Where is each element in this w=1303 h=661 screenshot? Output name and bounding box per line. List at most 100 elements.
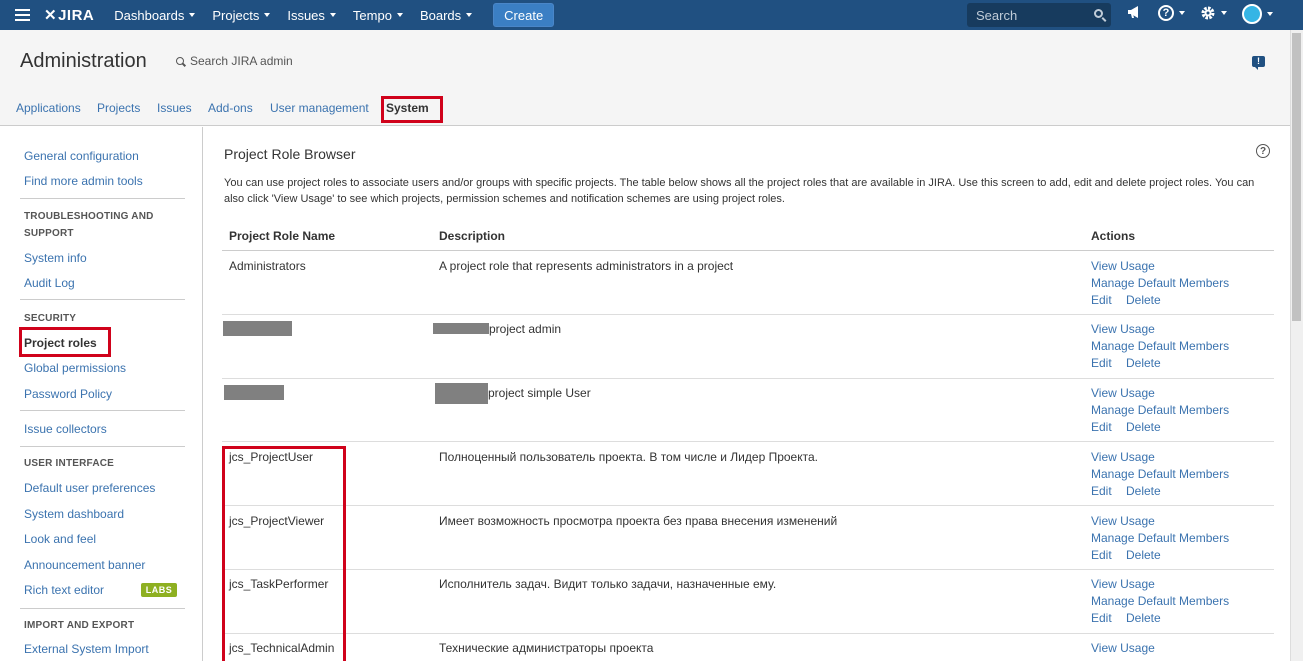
redacted-block — [435, 383, 488, 404]
sidebar-item-issue-collectors[interactable]: Issue collectors — [24, 422, 107, 436]
manage-default-members-link[interactable]: Manage Default Members — [1091, 403, 1229, 417]
nav-projects[interactable]: Projects — [204, 0, 279, 30]
tab-add-ons[interactable]: Add-ons — [208, 101, 253, 115]
tab-issues[interactable]: Issues — [157, 101, 192, 115]
manage-default-members-link[interactable]: Manage Default Members — [1091, 467, 1229, 481]
role-description: project simple User — [488, 386, 591, 400]
scrollbar-thumb[interactable] — [1292, 33, 1301, 321]
manage-default-members-link[interactable]: Manage Default Members — [1091, 276, 1229, 290]
delete-link[interactable]: Delete — [1126, 293, 1161, 307]
highlight-box-jcs-roles — [222, 446, 346, 661]
table-row-divider — [222, 378, 1274, 379]
column-header-actions: Actions — [1091, 229, 1136, 243]
view-usage-link[interactable]: View Usage — [1091, 259, 1155, 273]
delete-link[interactable]: Delete — [1126, 420, 1161, 434]
nav-projects-label: Projects — [212, 7, 260, 23]
view-usage-link[interactable]: View Usage — [1091, 577, 1155, 591]
table-row-divider — [222, 441, 1274, 442]
sidebar-heading-security: SECURITY — [24, 313, 77, 324]
sidebar-item-system-info[interactable]: System info — [24, 251, 87, 265]
sidebar-heading-troubleshooting: TROUBLESHOOTING AND SUPPORT — [24, 211, 154, 239]
tab-projects[interactable]: Projects — [97, 101, 140, 115]
nav-tempo[interactable]: Tempo — [345, 0, 412, 30]
nav-dashboards-label: Dashboards — [114, 7, 185, 23]
nav-issues-label: Issues — [287, 7, 325, 23]
table-row-divider — [222, 569, 1274, 570]
highlight-box-system-tab — [381, 96, 443, 123]
jira-logo-icon: ✕ — [44, 7, 58, 24]
chevron-down-icon — [466, 13, 473, 17]
sidebar-divider — [20, 198, 185, 199]
view-usage-link[interactable]: View Usage — [1091, 641, 1155, 655]
sidebar-item-announcement-banner[interactable]: Announcement banner — [24, 558, 145, 572]
jira-logo-text: JIRA — [58, 6, 95, 24]
redacted-block — [224, 385, 284, 400]
sidebar-item-rich-text-editor[interactable]: Rich text editor — [24, 583, 104, 597]
sidebar-item-general-configuration[interactable]: General configuration — [24, 149, 139, 163]
delete-link[interactable]: Delete — [1126, 611, 1161, 625]
delete-link[interactable]: Delete — [1126, 548, 1161, 562]
nav-tempo-label: Tempo — [352, 7, 392, 23]
sidebar-item-default-user-preferences[interactable]: Default user preferences — [24, 481, 155, 495]
column-header-description: Description — [439, 229, 506, 243]
role-name: Administrators — [229, 259, 306, 273]
edit-link[interactable]: Edit — [1091, 611, 1112, 625]
manage-default-members-link[interactable]: Manage Default Members — [1091, 594, 1229, 608]
redacted-block — [223, 321, 292, 336]
nav-boards-label: Boards — [419, 7, 462, 23]
nav-issues[interactable]: Issues — [279, 0, 345, 30]
create-button[interactable]: Create — [493, 3, 555, 27]
avatar — [1242, 4, 1262, 24]
admin-search-link[interactable]: Search JIRA admin — [176, 54, 293, 68]
sidebar-item-password-policy[interactable]: Password Policy — [24, 387, 112, 401]
tab-user-management[interactable]: User management — [270, 101, 369, 115]
tab-applications[interactable]: Applications — [16, 101, 81, 115]
edit-link[interactable]: Edit — [1091, 420, 1112, 434]
edit-link[interactable]: Edit — [1091, 293, 1112, 307]
app-switcher-menu-icon[interactable] — [0, 0, 44, 30]
page-description: You can use project roles to associate u… — [224, 177, 1255, 205]
chevron-down-icon — [264, 13, 271, 17]
help-menu[interactable]: ? — [1158, 5, 1185, 21]
role-description: Технические администраторы проекта — [439, 641, 654, 655]
admin-tabs: Applications Projects Issues Add-ons Use… — [0, 92, 1290, 126]
sidebar-item-global-permissions[interactable]: Global permissions — [24, 361, 126, 375]
jira-logo[interactable]: ✕ JIRA — [44, 6, 95, 25]
sidebar-divider — [20, 299, 185, 300]
gear-icon — [1201, 6, 1215, 20]
view-usage-link[interactable]: View Usage — [1091, 450, 1155, 464]
sidebar-item-external-system-import[interactable]: External System Import — [24, 642, 149, 656]
sidebar-item-audit-log[interactable]: Audit Log — [24, 276, 75, 290]
admin-sidebar: General configuration Find more admin to… — [0, 127, 203, 661]
table-header-divider — [222, 250, 1274, 251]
role-description: A project role that represents administr… — [439, 259, 734, 273]
search-input[interactable]: Search — [967, 3, 1111, 27]
sidebar-item-system-dashboard[interactable]: System dashboard — [24, 507, 124, 521]
chevron-down-icon — [1221, 11, 1227, 15]
role-description: project admin — [489, 322, 562, 336]
feedback-icon[interactable]: ! — [1252, 56, 1265, 70]
search-icon — [1094, 9, 1103, 18]
sidebar-item-find-more-admin-tools[interactable]: Find more admin tools — [24, 174, 143, 188]
announcement-icon[interactable] — [1127, 5, 1143, 19]
help-icon[interactable]: ? — [1256, 144, 1270, 158]
search-icon — [176, 57, 184, 65]
delete-link[interactable]: Delete — [1126, 484, 1161, 498]
edit-link[interactable]: Edit — [1091, 484, 1112, 498]
page-title: Administration — [20, 50, 147, 72]
settings-menu[interactable] — [1200, 5, 1227, 21]
chevron-down-icon — [189, 13, 196, 17]
manage-default-members-link[interactable]: Manage Default Members — [1091, 531, 1229, 545]
sidebar-item-look-and-feel[interactable]: Look and feel — [24, 532, 96, 546]
manage-default-members-link[interactable]: Manage Default Members — [1091, 339, 1229, 353]
sidebar-divider — [20, 608, 185, 609]
nav-boards[interactable]: Boards — [412, 0, 481, 30]
delete-link[interactable]: Delete — [1126, 356, 1161, 370]
user-profile-menu[interactable] — [1242, 4, 1273, 24]
edit-link[interactable]: Edit — [1091, 548, 1112, 562]
edit-link[interactable]: Edit — [1091, 356, 1112, 370]
nav-dashboards[interactable]: Dashboards — [106, 0, 204, 30]
view-usage-link[interactable]: View Usage — [1091, 386, 1155, 400]
view-usage-link[interactable]: View Usage — [1091, 322, 1155, 336]
view-usage-link[interactable]: View Usage — [1091, 514, 1155, 528]
